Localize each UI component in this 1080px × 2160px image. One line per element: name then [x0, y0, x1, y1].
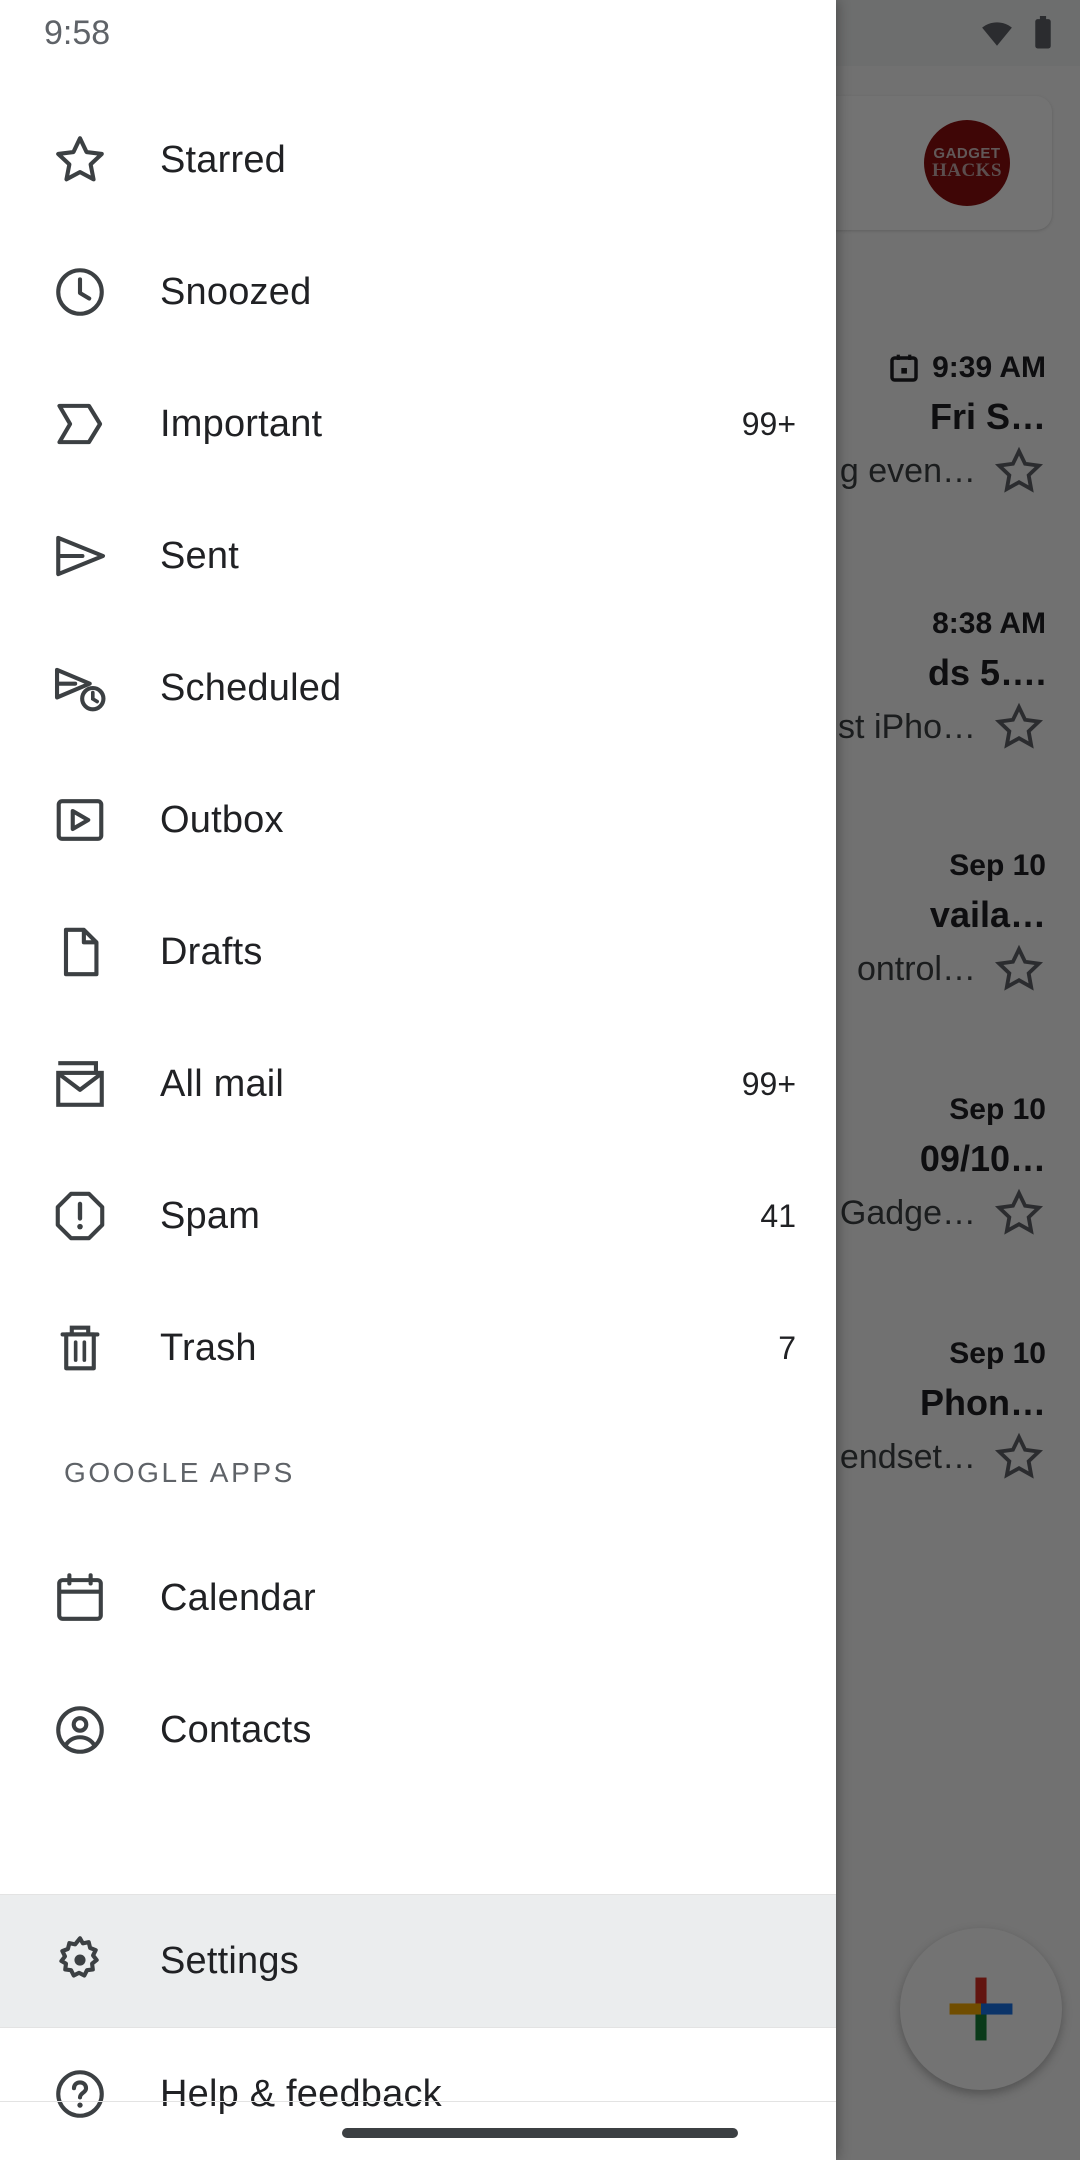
sidebar-item-starred[interactable]: Starred	[0, 94, 836, 226]
section-header-google-apps: GOOGLE APPS	[64, 1457, 295, 1488]
sidebar-item-label: Snoozed	[160, 270, 312, 313]
send-icon	[0, 527, 160, 585]
avatar[interactable]: GADGET HACKS	[924, 120, 1010, 206]
status-bar-icons	[980, 0, 1054, 66]
sidebar-item-label: Trash	[160, 1326, 257, 1369]
mail-snippet: st iPho…	[838, 707, 976, 746]
star-outline-icon[interactable]	[992, 444, 1046, 498]
sidebar-item-label: Important	[160, 402, 323, 445]
sidebar-item-count: 41	[760, 1197, 796, 1234]
sidebar-item-count: 99+	[741, 405, 796, 442]
sidebar-item-label: Starred	[160, 138, 287, 181]
sidebar-item-label: Scheduled	[160, 666, 342, 709]
spam-icon	[0, 1187, 160, 1245]
sidebar-item-scheduled[interactable]: Scheduled	[0, 622, 836, 754]
wifi-icon	[980, 16, 1014, 50]
star-outline-icon[interactable]	[992, 942, 1046, 996]
sidebar-item-label: Sent	[160, 534, 239, 577]
clock-icon	[0, 263, 160, 321]
star-outline-icon[interactable]	[992, 1430, 1046, 1484]
mail-snippet: endset…	[839, 1437, 976, 1476]
drawer-primary-list: Starred Snoozed Important 99+ Sent Sched…	[0, 66, 836, 1894]
mail-time: 9:39 AM	[932, 351, 1046, 384]
mail-time: Sep 10	[949, 1093, 1046, 1126]
battery-icon	[1032, 16, 1054, 50]
sidebar-item-label: Settings	[160, 1939, 299, 1982]
sidebar-item-label: Spam	[160, 1194, 261, 1237]
all-mail-icon	[0, 1055, 160, 1113]
mail-time: Sep 10	[949, 1337, 1046, 1370]
calendar-icon	[0, 1569, 160, 1627]
sidebar-item-all-mail[interactable]: All mail 99+	[0, 1018, 836, 1150]
star-outline-icon[interactable]	[992, 700, 1046, 754]
sidebar-item-sent[interactable]: Sent	[0, 490, 836, 622]
system-navigation-bar	[0, 2102, 1080, 2160]
star-outline-icon[interactable]	[992, 1186, 1046, 1240]
sidebar-item-label: Contacts	[160, 1708, 312, 1751]
sidebar-item-contacts[interactable]: Contacts	[0, 1664, 836, 1796]
sidebar-item-label: All mail	[160, 1062, 285, 1105]
sidebar-item-snoozed[interactable]: Snoozed	[0, 226, 836, 358]
sidebar-item-trash[interactable]: Trash 7	[0, 1282, 836, 1414]
compose-fab-button[interactable]	[900, 1928, 1062, 2090]
sidebar-item-count: 7	[778, 1329, 796, 1366]
sidebar-item-calendar[interactable]: Calendar	[0, 1532, 836, 1664]
gear-icon	[0, 1932, 160, 1990]
scheduled-icon	[0, 659, 160, 717]
avatar-line1: GADGET	[933, 145, 1001, 162]
draft-icon	[0, 923, 160, 981]
google-plus-icon	[944, 1972, 1018, 2046]
mail-snippet: Gadge…	[839, 1193, 976, 1232]
important-icon	[0, 395, 160, 453]
sidebar-item-drafts[interactable]: Drafts	[0, 886, 836, 1018]
phone-screen: GADGET HACKS 9:39 AM Fri S… g even… 8:38…	[0, 0, 1080, 2160]
sidebar-item-label: Calendar	[160, 1576, 316, 1619]
star-icon	[0, 131, 160, 189]
contacts-icon	[0, 1701, 160, 1759]
trash-icon	[0, 1319, 160, 1377]
mail-time: Sep 10	[949, 849, 1046, 882]
drawer-status-bar: 9:58	[0, 0, 836, 66]
sidebar-item-settings[interactable]: Settings	[0, 1895, 836, 2027]
mail-snippet: g even…	[839, 451, 976, 490]
outbox-icon	[0, 791, 160, 849]
mail-snippet: ontrol…	[856, 949, 976, 988]
avatar-line2: HACKS	[931, 160, 1003, 181]
home-gesture-pill[interactable]	[342, 2128, 738, 2138]
sidebar-item-label: Drafts	[160, 930, 263, 973]
status-bar-clock: 9:58	[44, 13, 111, 52]
sidebar-item-spam[interactable]: Spam 41	[0, 1150, 836, 1282]
sidebar-item-label: Outbox	[160, 798, 284, 841]
sidebar-item-important[interactable]: Important 99+	[0, 358, 836, 490]
sidebar-item-count: 99+	[741, 1065, 796, 1102]
calendar-icon	[888, 352, 920, 384]
mail-time: 8:38 AM	[932, 607, 1046, 640]
sidebar-item-outbox[interactable]: Outbox	[0, 754, 836, 886]
navigation-drawer: 9:58 Starred Snoozed Important 99+ Sent …	[0, 0, 836, 2160]
